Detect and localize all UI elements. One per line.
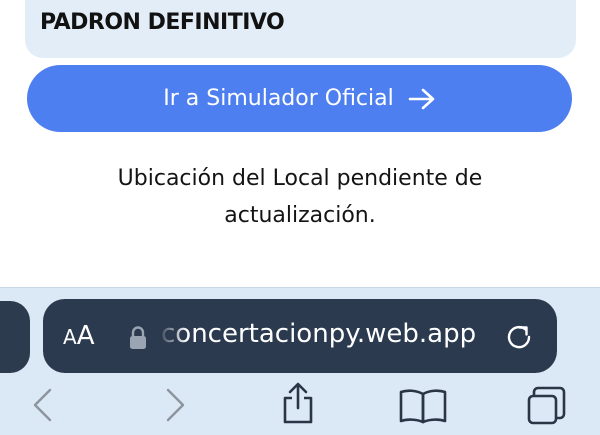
simulator-button[interactable]: Ir a Simulador Oficial bbox=[27, 65, 572, 132]
bookmarks-button[interactable] bbox=[398, 388, 448, 424]
lock-icon bbox=[130, 326, 146, 349]
back-button[interactable] bbox=[30, 388, 58, 422]
safari-bottom-bar: AA concertacionpy.web.app bbox=[0, 287, 600, 435]
reload-icon[interactable] bbox=[503, 321, 535, 353]
chevron-left-icon bbox=[33, 388, 52, 422]
share-button[interactable] bbox=[280, 382, 316, 424]
reader-big-a: A bbox=[76, 321, 95, 351]
arrow-right-icon bbox=[408, 88, 435, 109]
url-text: concertacionpy.web.app bbox=[161, 319, 477, 349]
forward-button[interactable] bbox=[160, 388, 188, 422]
chevron-right-icon bbox=[166, 388, 185, 422]
address-bar[interactable]: AA concertacionpy.web.app bbox=[43, 299, 557, 373]
reader-settings-button[interactable]: AA bbox=[63, 321, 94, 351]
reader-small-a: A bbox=[63, 325, 77, 349]
simulator-button-label: Ir a Simulador Oficial bbox=[163, 86, 394, 111]
padron-card: PADRON DEFINITIVO bbox=[25, 0, 576, 58]
share-icon bbox=[283, 382, 313, 424]
tabs-icon bbox=[527, 386, 566, 425]
book-icon bbox=[399, 389, 447, 424]
web-page: PADRON DEFINITIVO Ir a Simulador Oficial… bbox=[0, 0, 600, 435]
tabs-button[interactable] bbox=[526, 386, 570, 426]
location-message: Ubicación del Local pendiente de actuali… bbox=[117, 166, 483, 228]
previous-tab-preview[interactable] bbox=[0, 301, 30, 373]
padron-title: PADRON DEFINITIVO bbox=[40, 10, 285, 35]
